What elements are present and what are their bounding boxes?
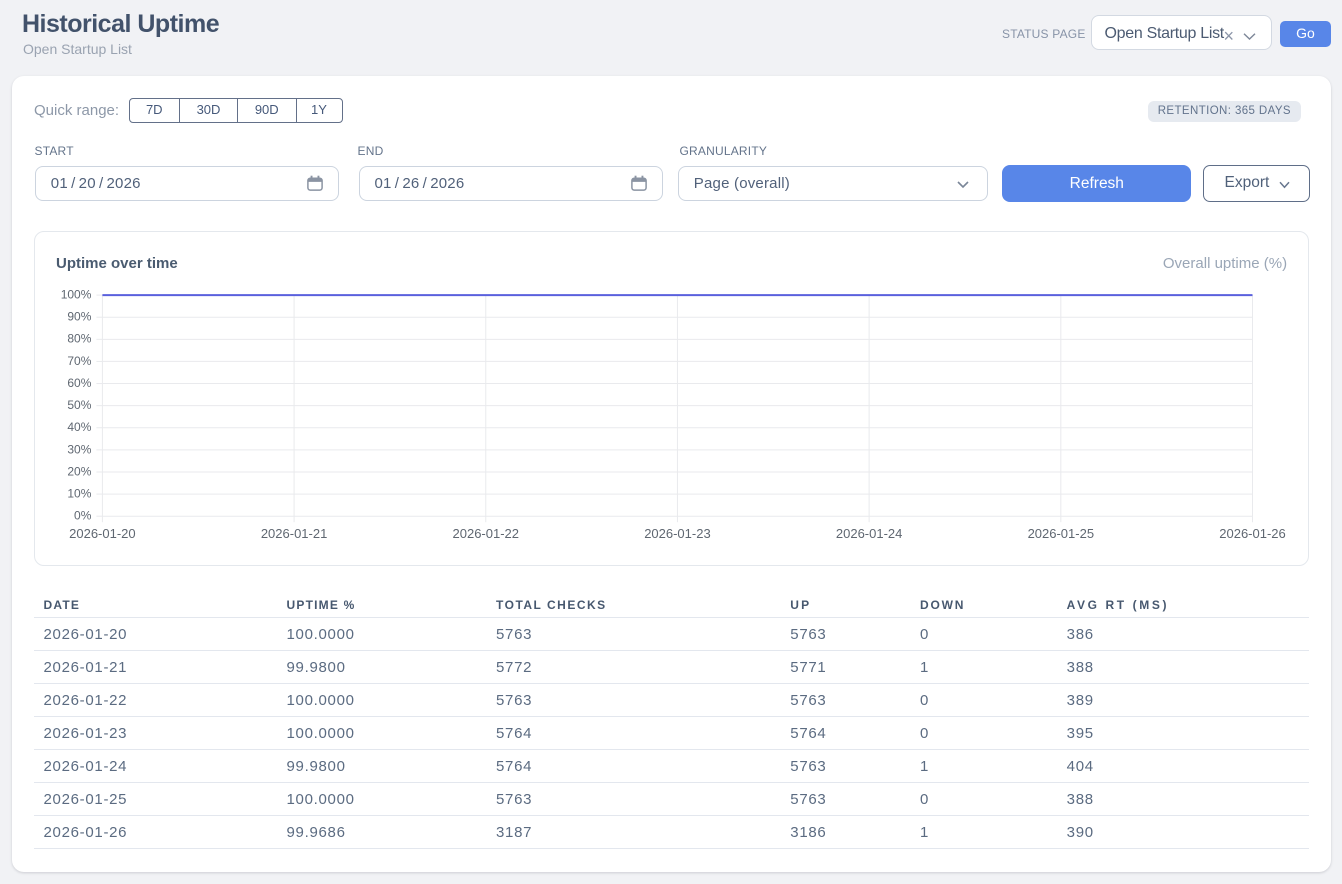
svg-text:2026-01-23: 2026-01-23 (644, 526, 711, 541)
svg-text:0%: 0% (74, 509, 92, 523)
svg-text:20%: 20% (67, 465, 91, 479)
svg-text:2026-01-26: 2026-01-26 (1219, 526, 1286, 541)
svg-text:10%: 10% (67, 487, 91, 501)
svg-text:70%: 70% (67, 354, 91, 368)
svg-text:90%: 90% (67, 310, 91, 324)
svg-text:30%: 30% (67, 443, 91, 457)
svg-text:2026-01-22: 2026-01-22 (453, 526, 520, 541)
svg-text:2026-01-25: 2026-01-25 (1028, 526, 1095, 541)
svg-text:2026-01-24: 2026-01-24 (836, 526, 903, 541)
svg-text:80%: 80% (67, 332, 91, 346)
svg-text:100%: 100% (61, 288, 92, 302)
svg-text:50%: 50% (67, 398, 91, 412)
svg-text:60%: 60% (67, 376, 91, 390)
svg-text:2026-01-21: 2026-01-21 (261, 526, 328, 541)
svg-text:2026-01-20: 2026-01-20 (69, 526, 136, 541)
svg-text:40%: 40% (67, 420, 91, 434)
